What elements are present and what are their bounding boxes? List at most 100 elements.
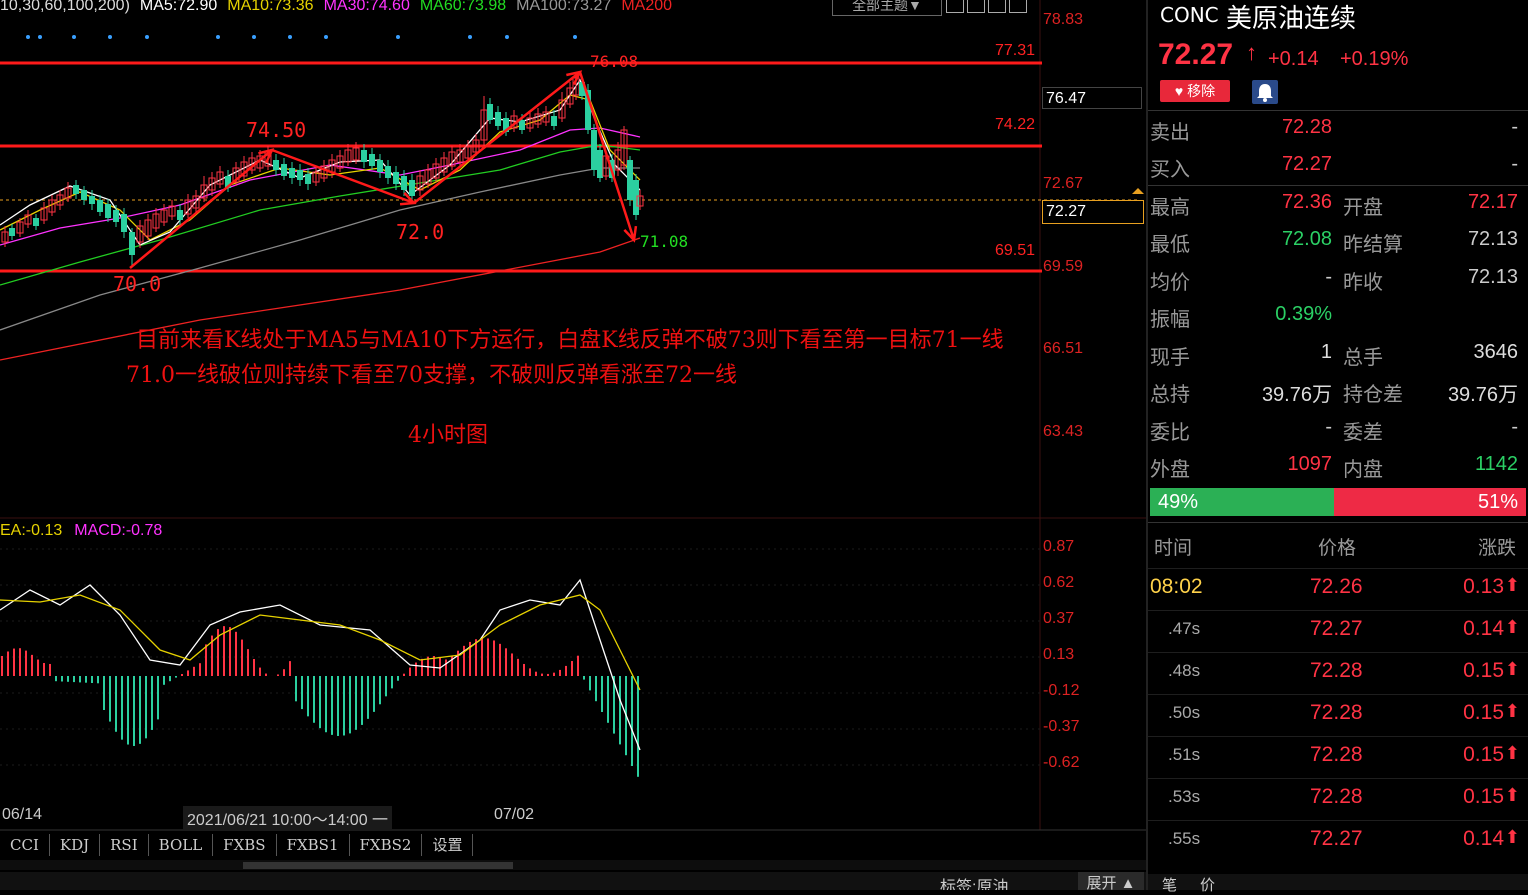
symbol-name: 美原油连续: [1226, 4, 1357, 34]
candle-body: [297, 170, 303, 180]
sell-ratio-bar: 51%: [1334, 488, 1526, 516]
indicator-tabs[interactable]: CCI KDJ RSI BOLL FXBS FXBS1 FXBS2 设置: [0, 834, 474, 856]
price-axis-label: 78.83: [1043, 11, 1084, 28]
low-price-label: 70.0: [113, 272, 162, 296]
tick-header-time: 时间: [1154, 537, 1193, 559]
stat-value: 72.13: [1467, 266, 1518, 288]
tick-row: .50s 72.28 0.15 ⬆: [1148, 694, 1528, 737]
tab-price[interactable]: 价: [1200, 874, 1215, 895]
theme-selector-button[interactable]: 全部主题▼: [832, 0, 942, 16]
tick-price: 72.28: [1310, 701, 1363, 724]
signal-dot: [288, 35, 292, 39]
quote-row: 委比 - 委差 -: [1148, 416, 1528, 453]
low-price-label: 72.0: [396, 220, 445, 244]
candle-body: [289, 168, 295, 178]
tick-time: 08:02: [1150, 575, 1203, 598]
high-price-label: 74.50: [246, 118, 307, 142]
stat-label: 现手: [1150, 345, 1190, 369]
crosshair-price-box: 76.47: [1042, 87, 1142, 109]
stat-value: 72.13: [1467, 228, 1518, 250]
chart-scrollbar[interactable]: [0, 860, 1146, 870]
kline-chart-area[interactable]: 10,30,60,100,200) MA5:72.90 MA10:73.36 MA30…: [0, 0, 1146, 890]
indicator-tab[interactable]: FXBS: [213, 834, 277, 856]
divider: [1148, 522, 1528, 523]
ma60-line: [0, 144, 641, 286]
alert-bell-button[interactable]: [1252, 80, 1278, 104]
signal-dot: [252, 35, 256, 39]
indicator-tab[interactable]: 设置: [422, 834, 474, 856]
quote-row: 卖出 72.28 -: [1148, 116, 1528, 153]
expand-icon[interactable]: [1009, 0, 1027, 13]
up-arrow-icon: ⬆: [1504, 617, 1520, 637]
layout-icon[interactable]: [946, 0, 964, 13]
candle-body: [597, 150, 603, 178]
level-tag: 74.22: [995, 116, 1036, 133]
tick-price: 72.26: [1310, 575, 1363, 598]
stat-label: 卖出: [1150, 120, 1190, 144]
stat-value: -: [1325, 266, 1332, 288]
signal-dot: [108, 35, 112, 39]
date-label-start: 06/14: [2, 806, 43, 823]
signal-dot: [468, 35, 472, 39]
analysis-comment-line2: 71.0一线破位则持续下看至70支撑，不破则反弹看涨至72一线: [126, 363, 737, 388]
chart-canvas[interactable]: [0, 0, 1146, 890]
candle-body: [305, 174, 311, 184]
stat-label: 内盘: [1343, 457, 1383, 481]
stat-label: 委比: [1150, 420, 1190, 444]
stat-value: -: [1325, 416, 1332, 438]
candle-body: [81, 190, 87, 200]
crosshair-date-range: 2021/06/21 10:00～14:00 一: [183, 806, 393, 830]
trend-arrow: [129, 149, 273, 269]
stat-value: 72.17: [1467, 191, 1518, 213]
price-axis-label: 69.59: [1043, 258, 1084, 275]
tick-time: .55s: [1168, 829, 1201, 848]
quote-row: 外盘 1097 内盘 1142: [1148, 453, 1528, 490]
up-arrow-icon: ⬆: [1504, 659, 1520, 679]
stat-value: 3646: [1473, 341, 1519, 363]
candle-body: [487, 104, 493, 120]
expand-button[interactable]: 展开 ▲: [1078, 872, 1144, 890]
remove-watchlist-button[interactable]: ♥ 移除: [1160, 80, 1230, 102]
macd-legend-item: EA:-0.13: [0, 522, 63, 539]
tick-row: .55s 72.27 0.14 ⬆: [1148, 820, 1528, 863]
indicator-tab[interactable]: BOLL: [149, 834, 214, 856]
candle-body: [9, 228, 15, 236]
quote-row: 最高 72.36 开盘 72.17: [1148, 191, 1528, 228]
level-tag: 77.31: [995, 42, 1036, 59]
indicator-tab[interactable]: FXBS2: [350, 834, 423, 856]
tick-change: 0.15: [1463, 701, 1504, 724]
candle-body: [273, 160, 279, 170]
stat-value: -: [1511, 116, 1518, 138]
grid-icon[interactable]: [967, 0, 985, 13]
window-icon[interactable]: [988, 0, 1006, 13]
candle-body: [591, 130, 597, 170]
chart-scrollbar-thumb[interactable]: [243, 862, 513, 869]
signal-dot: [38, 35, 42, 39]
candle-body: [633, 180, 639, 215]
candle-body: [89, 196, 95, 204]
candle-body: [369, 154, 375, 166]
tick-time: .50s: [1168, 703, 1201, 722]
indicator-tab[interactable]: RSI: [100, 834, 149, 856]
signal-dot: [324, 35, 328, 39]
latest-low-label: 71.08: [640, 232, 689, 251]
indicator-tab[interactable]: FXBS1: [277, 834, 350, 856]
stat-label: 买入: [1150, 157, 1190, 181]
signal-dot: [145, 35, 149, 39]
stat-value: 0.39%: [1275, 303, 1332, 325]
candle-body: [177, 210, 183, 220]
divider: [1148, 110, 1528, 111]
current-price-box: 72.27: [1042, 200, 1144, 224]
indicator-tab[interactable]: CCI: [0, 834, 50, 856]
quote-row: 均价 - 昨收 72.13: [1148, 266, 1528, 303]
signal-dot: [573, 35, 577, 39]
tag-label: 标签:原油: [940, 879, 1009, 890]
buy-ratio-bar: 49%: [1150, 488, 1334, 516]
candle-body: [113, 210, 119, 222]
candle-body: [519, 120, 525, 130]
toolbar-icons[interactable]: [946, 0, 1027, 13]
up-arrow-icon: ↑: [1246, 40, 1257, 65]
stat-value: 39.76万: [1447, 384, 1518, 406]
indicator-tab[interactable]: KDJ: [50, 834, 101, 856]
tab-trades[interactable]: 笔: [1162, 874, 1177, 895]
